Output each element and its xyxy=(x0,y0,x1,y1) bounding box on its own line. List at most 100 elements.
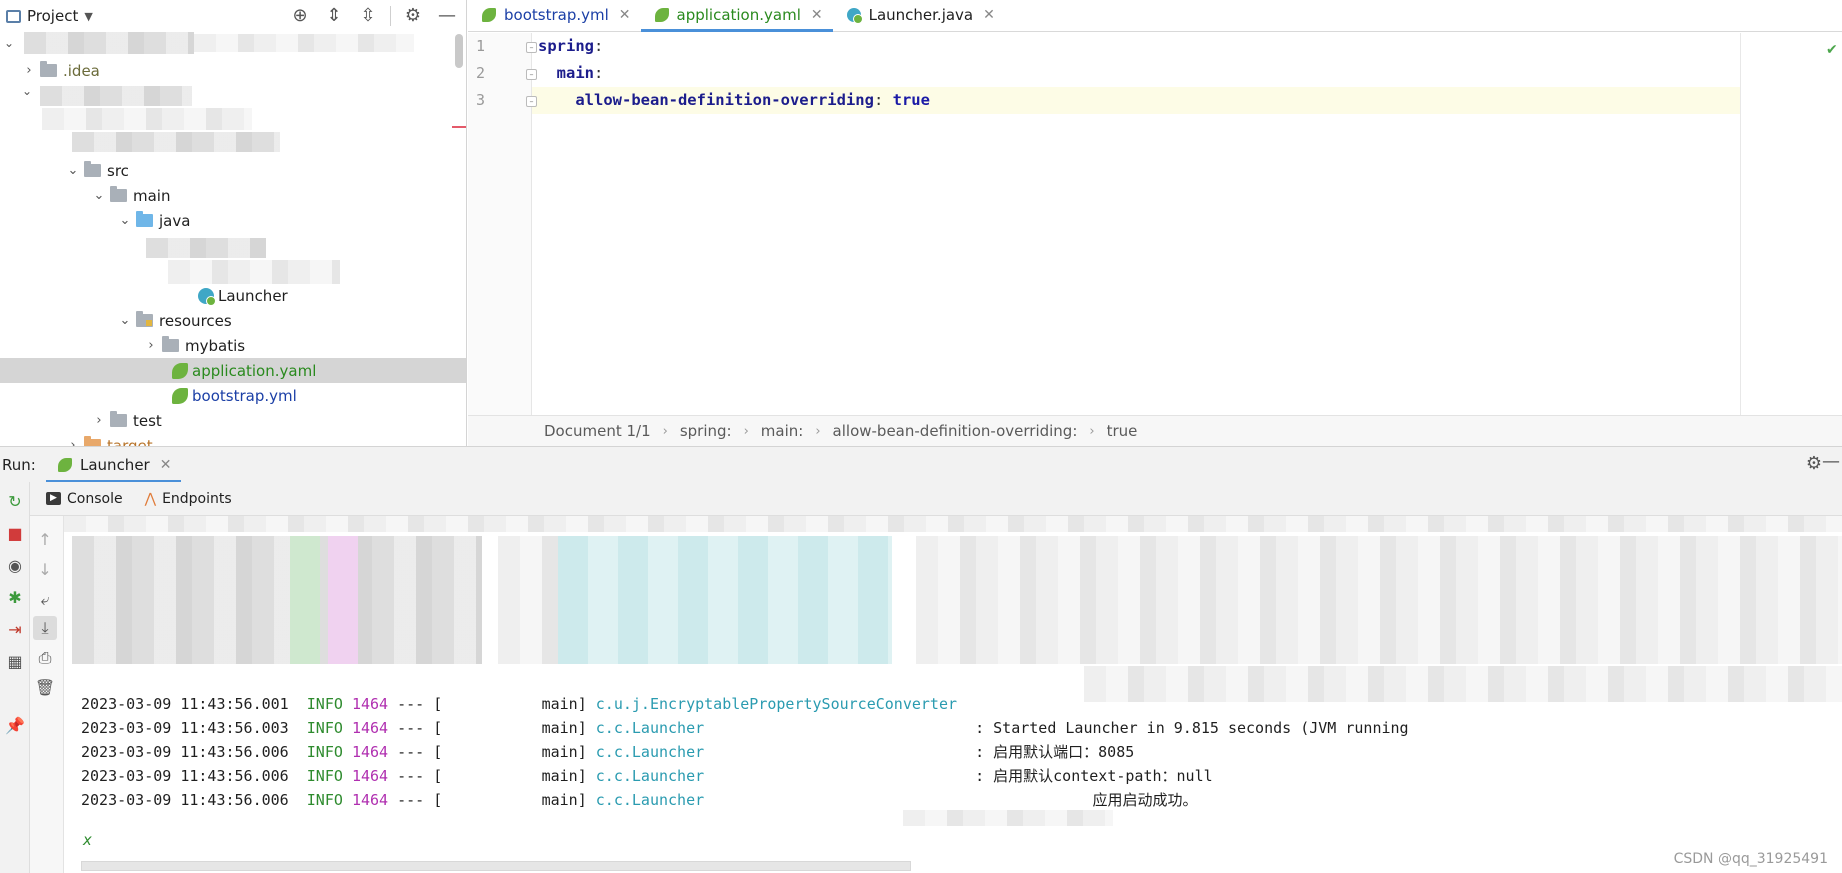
log-line: 2023-03-09 11:43:56.001 INFO 1464 --- [ … xyxy=(81,692,957,716)
log-class: c.u.j.EncryptablePropertySourceConverter xyxy=(595,695,958,713)
camera-icon[interactable]: ◉ xyxy=(3,554,27,578)
log-line: 2023-03-09 11:43:56.006 INFO 1464 --- [ … xyxy=(81,740,1134,764)
breadcrumb-item[interactable]: true xyxy=(1107,422,1138,440)
log-message: 应用启动成功。 xyxy=(1092,791,1198,809)
breadcrumb-item[interactable]: spring: xyxy=(680,422,732,440)
close-icon[interactable]: ✕ xyxy=(160,457,172,473)
arrow-up-icon[interactable]: ↑ xyxy=(33,528,57,552)
tab-endpoints[interactable]: ⋀ Endpoints xyxy=(145,491,232,507)
run-toolbar: ↻ ■ ◉ ✱ ⇥ ▦ 📌 xyxy=(0,482,30,873)
tree-item-application-yaml[interactable]: application.yaml xyxy=(0,358,466,383)
yaml-colon: : xyxy=(594,64,604,82)
breadcrumb-item[interactable]: Document 1/1 xyxy=(544,422,651,440)
stop-icon[interactable]: ■ xyxy=(3,522,27,546)
tab-console[interactable]: ▶ Console xyxy=(46,491,123,507)
chevron-down-icon: ▼ xyxy=(84,9,93,23)
fold-marker-icon[interactable]: – xyxy=(526,69,537,80)
print-icon[interactable]: ⎙ xyxy=(33,646,57,670)
code-line-2: main: xyxy=(538,60,604,87)
breadcrumb-item[interactable]: allow-bean-definition-overriding: xyxy=(833,422,1078,440)
line-number: 1 xyxy=(476,37,486,55)
project-title: Project xyxy=(27,7,79,25)
breadcrumb-separator-icon: › xyxy=(1089,423,1095,439)
log-line: 2023-03-09 11:43:56.003 INFO 1464 --- [ … xyxy=(81,716,1409,740)
trash-icon[interactable]: 🗑 xyxy=(33,676,57,700)
log-separator: --- xyxy=(397,743,425,761)
project-scrollbar[interactable] xyxy=(455,34,463,68)
exit-icon[interactable]: ⇥ xyxy=(3,618,27,642)
tree-item-main[interactable]: ⌄ main xyxy=(0,183,466,208)
project-view-selector[interactable]: Project ▼ xyxy=(0,7,93,25)
run-label: Run: xyxy=(2,455,36,474)
tree-item-idea[interactable]: › .idea xyxy=(0,58,466,83)
tree-item-mybatis[interactable]: › mybatis xyxy=(0,333,466,358)
log-level: INFO xyxy=(306,767,343,785)
log-message: : Started Launcher in 9.815 seconds (JVM… xyxy=(975,719,1409,737)
log-pid: 1464 xyxy=(351,719,389,737)
arrow-down-icon[interactable]: ↓ xyxy=(33,558,57,582)
gear-icon[interactable]: ⚙ xyxy=(1806,453,1822,474)
close-icon[interactable]: ✕ xyxy=(983,7,995,23)
blurred-region xyxy=(40,86,192,106)
chevron-right-icon: › xyxy=(148,338,154,353)
scroll-to-end-icon[interactable]: ⤓ xyxy=(33,616,57,640)
fold-marker-icon[interactable]: – xyxy=(526,96,537,107)
tree-item-bootstrap-yml[interactable]: bootstrap.yml xyxy=(0,383,466,408)
folder-icon xyxy=(40,61,57,77)
tree-item-resources[interactable]: ⌄ resources xyxy=(0,308,466,333)
rerun-icon[interactable]: ↻ xyxy=(3,490,27,514)
log-pid: 1464 xyxy=(351,791,389,809)
close-icon[interactable]: ✕ xyxy=(619,7,631,23)
log-pid: 1464 xyxy=(351,743,389,761)
watermark: CSDN @qq_31925491 xyxy=(1673,851,1828,867)
console-prompt[interactable]: x xyxy=(83,831,92,849)
line-number: 3 xyxy=(476,91,486,109)
log-class: c.c.Launcher xyxy=(595,719,705,737)
tab-launcher-java[interactable]: Launcher.java ✕ xyxy=(833,0,1005,31)
expand-all-icon[interactable]: ⇕ xyxy=(322,5,346,27)
log-class: c.c.Launcher xyxy=(595,743,705,761)
chevron-down-icon: ⌄ xyxy=(67,163,79,178)
horizontal-scrollbar[interactable] xyxy=(81,861,911,871)
tree-label: test xyxy=(133,411,162,430)
check-icon[interactable]: ✔ xyxy=(1826,42,1838,58)
log-timestamp: 2023-03-09 11:43:56.001 xyxy=(81,695,289,713)
console-output[interactable]: 2023-03-09 11:43:56.001 INFO 1464 --- [ … xyxy=(64,516,1842,873)
breadcrumb-item[interactable]: main: xyxy=(761,422,804,440)
tree-item-src[interactable]: ⌄ src xyxy=(0,158,466,183)
tree-item-java[interactable]: ⌄ java xyxy=(0,208,466,233)
close-icon[interactable]: ✕ xyxy=(811,7,823,23)
tree-label: application.yaml xyxy=(192,361,317,380)
run-header: Run: Launcher ✕ xyxy=(0,446,1842,483)
tree-item-launcher[interactable]: Launcher xyxy=(0,283,466,308)
spring-config-icon xyxy=(172,362,188,379)
fold-marker-icon[interactable]: – xyxy=(526,42,537,53)
tab-label: application.yaml xyxy=(676,6,801,24)
gear-icon[interactable]: ⚙ xyxy=(401,5,425,27)
log-thread: [ main] xyxy=(433,767,587,785)
pin-icon[interactable]: 📌 xyxy=(3,714,27,738)
blurred-region xyxy=(1084,666,1842,702)
editor-tabs: bootstrap.yml ✕ application.yaml ✕ Launc… xyxy=(468,0,1842,32)
soft-wrap-icon[interactable]: ⤶ xyxy=(33,588,57,612)
chevron-down-icon: ⌄ xyxy=(119,213,131,228)
spring-config-icon xyxy=(172,387,188,404)
minimize-icon[interactable]: — xyxy=(435,5,459,27)
tab-label: bootstrap.yml xyxy=(504,6,609,24)
minimize-icon[interactable]: — xyxy=(1822,451,1840,472)
locate-icon[interactable]: ⊕ xyxy=(288,5,312,27)
collapse-all-icon[interactable]: ⇳ xyxy=(356,5,380,27)
run-tab-launcher[interactable]: Launcher ✕ xyxy=(46,447,182,483)
layout-icon[interactable]: ▦ xyxy=(3,650,27,674)
chevron-right-icon: › xyxy=(96,413,102,428)
log-level: INFO xyxy=(306,719,343,737)
log-thread: [ main] xyxy=(433,695,587,713)
log-message: : 启用默认端口：8085 xyxy=(975,743,1135,761)
tree-item-target[interactable]: › target xyxy=(0,433,466,446)
folder-icon xyxy=(162,336,179,352)
tab-bootstrap-yml[interactable]: bootstrap.yml ✕ xyxy=(468,0,641,31)
tab-application-yaml[interactable]: application.yaml ✕ xyxy=(640,0,833,32)
blurred-region xyxy=(42,108,252,130)
tree-item-test[interactable]: › test xyxy=(0,408,466,433)
debug-icon[interactable]: ✱ xyxy=(3,586,27,610)
